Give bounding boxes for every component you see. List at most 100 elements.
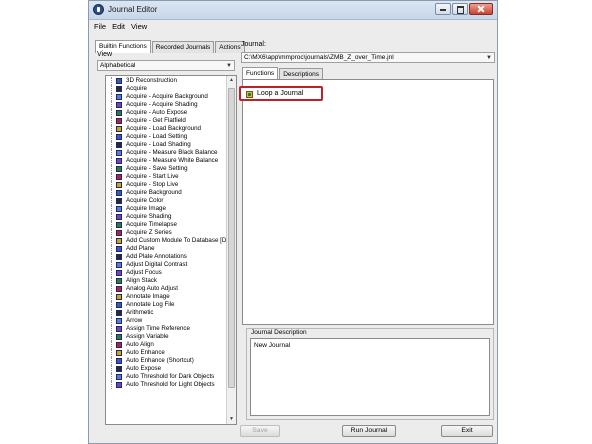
function-label: Acquire - Save Setting (126, 165, 188, 172)
function-list-item[interactable]: Acquire Image (108, 205, 226, 213)
menu-bar: File Edit View (89, 20, 497, 33)
tree-line (108, 149, 115, 157)
function-icon (116, 262, 122, 268)
function-list-item[interactable]: Acquire - Acquire Shading (108, 101, 226, 109)
function-list-item[interactable]: 3D Reconstruction (108, 77, 226, 85)
function-list-item[interactable]: Acquire - Get Flatfield (108, 117, 226, 125)
functions-list[interactable]: 3D Reconstruction Acquire Acquire - Acquir… (105, 75, 237, 425)
function-list-item[interactable]: Acquire (108, 85, 226, 93)
function-label: Acquire (126, 85, 147, 92)
function-list-item[interactable]: Auto Enhance (Shortcut) (108, 357, 226, 365)
function-list-item[interactable]: Assign Time Reference (108, 325, 226, 333)
function-list-item[interactable]: Acquire - Load Setting (108, 133, 226, 141)
tree-line (108, 181, 115, 189)
title-bar[interactable]: Journal Editor (89, 1, 497, 20)
function-icon (116, 254, 122, 260)
function-list-item[interactable]: Add Custom Module To Database [DB (108, 237, 230, 245)
function-icon (116, 246, 122, 252)
maximize-button[interactable] (452, 3, 468, 15)
function-label: Arithmetic (126, 309, 154, 316)
tree-line (108, 285, 115, 293)
function-list-item[interactable]: Annotate Log File (108, 301, 226, 309)
function-label: Acquire Image (126, 205, 166, 212)
function-list-item[interactable]: Acquire Z Series (108, 229, 226, 237)
function-list-item[interactable]: Arrow (108, 317, 226, 325)
window-title: Journal Editor (108, 5, 158, 14)
function-list-item[interactable]: Acquire Background (108, 189, 226, 197)
tab-recorded-journals[interactable]: Recorded Journals (151, 41, 215, 53)
function-list-item[interactable]: Acquire - Load Shading (108, 141, 226, 149)
journal-description-textarea[interactable]: New Journal (250, 338, 490, 416)
function-list-item[interactable]: Adjust Digital Contrast (108, 261, 226, 269)
journal-path-select[interactable]: C:\MX6\app\mmproc\journals\ZMB_Z_over_Ti… (241, 52, 495, 63)
function-list-item[interactable]: Acquire - Start Live (108, 173, 226, 181)
function-icon (116, 318, 122, 324)
function-icon (116, 198, 122, 204)
function-label: Add Custom Module To Database [DB (126, 237, 231, 244)
function-list-item[interactable]: Auto Threshold for Light Objects (108, 381, 226, 389)
tree-line (108, 333, 115, 341)
function-list-item[interactable]: Acquire Color (108, 197, 226, 205)
function-label: 3D Reconstruction (126, 77, 177, 84)
function-list-item[interactable]: Acquire - Measure White Balance (108, 157, 226, 165)
function-list-item[interactable]: Auto Threshold for Dark Objects (108, 373, 226, 381)
function-list-item[interactable]: Align Stack (108, 277, 226, 285)
function-list-item[interactable]: Adjust Focus (108, 269, 226, 277)
journal-label: Journal: (241, 41, 266, 48)
function-list-item[interactable]: Acquire - Auto Expose (108, 109, 226, 117)
function-list-item[interactable]: Auto Enhance (108, 349, 226, 357)
scroll-thumb[interactable] (228, 88, 235, 388)
tree-line (108, 109, 115, 117)
function-list-item[interactable]: Acquire Timelapse (108, 221, 226, 229)
function-icon (116, 310, 122, 316)
function-label: Auto Enhance (126, 349, 165, 356)
function-label: Acquire Color (126, 197, 164, 204)
exit-button[interactable]: Exit (441, 425, 493, 437)
menu-view[interactable]: View (131, 22, 147, 31)
function-list-item[interactable]: Auto Align (108, 341, 226, 349)
view-select-value: Alphabetical (100, 62, 136, 69)
function-icon (116, 190, 122, 196)
function-list-item[interactable]: Add Plane (108, 245, 226, 253)
function-label: Acquire Background (126, 189, 182, 196)
tree-line (108, 317, 115, 325)
journal-steps-panel[interactable]: End of Journal Loop a Journal (239, 79, 494, 325)
function-icon (116, 78, 122, 84)
scroll-up-arrow-icon[interactable]: ▲ (227, 76, 236, 85)
functions-scrollbar[interactable]: ▲ ▼ (226, 76, 236, 424)
function-list-item[interactable]: Analog Auto Adjust (108, 285, 226, 293)
function-list-item[interactable]: Add Plate Annotations (108, 253, 226, 261)
function-label: Acquire - Stop Live (126, 181, 179, 188)
function-icon (116, 150, 122, 156)
menu-edit[interactable]: Edit (112, 22, 125, 31)
function-list-item[interactable]: Acquire - Save Setting (108, 165, 226, 173)
function-list-item[interactable]: Arithmetic (108, 309, 226, 317)
app-icon (93, 4, 104, 15)
function-list-item[interactable]: Annotate Image (108, 293, 226, 301)
tree-line (108, 85, 115, 93)
function-list-item[interactable]: Assign Variable (108, 333, 226, 341)
tree-line (108, 141, 115, 149)
tree-line (108, 293, 115, 301)
function-icon (116, 182, 122, 188)
function-label: Auto Enhance (Shortcut) (126, 357, 194, 364)
scroll-down-arrow-icon[interactable]: ▼ (227, 415, 236, 424)
run-journal-button[interactable]: Run Journal (342, 425, 396, 437)
function-list-item[interactable]: Auto Expose (108, 365, 226, 373)
function-icon (116, 374, 122, 380)
function-list-item[interactable]: Acquire Shading (108, 213, 226, 221)
function-icon (116, 342, 122, 348)
menu-file[interactable]: File (94, 22, 106, 31)
function-list-item[interactable]: Acquire - Measure Black Balance (108, 149, 226, 157)
function-list-item[interactable]: Acquire - Stop Live (108, 181, 226, 189)
function-list-item[interactable]: Acquire - Acquire Background (108, 93, 226, 101)
minimize-button[interactable] (435, 3, 451, 15)
close-button[interactable] (469, 3, 493, 15)
tree-line (108, 373, 115, 381)
function-list-item[interactable]: Acquire - Load Background (108, 125, 226, 133)
journal-step-loop[interactable]: Loop a Journal (239, 86, 323, 101)
save-button[interactable]: Save (240, 425, 280, 437)
view-select[interactable]: Alphabetical ▼ (97, 60, 235, 71)
function-label: Auto Align (126, 341, 154, 348)
function-icon (116, 382, 122, 388)
